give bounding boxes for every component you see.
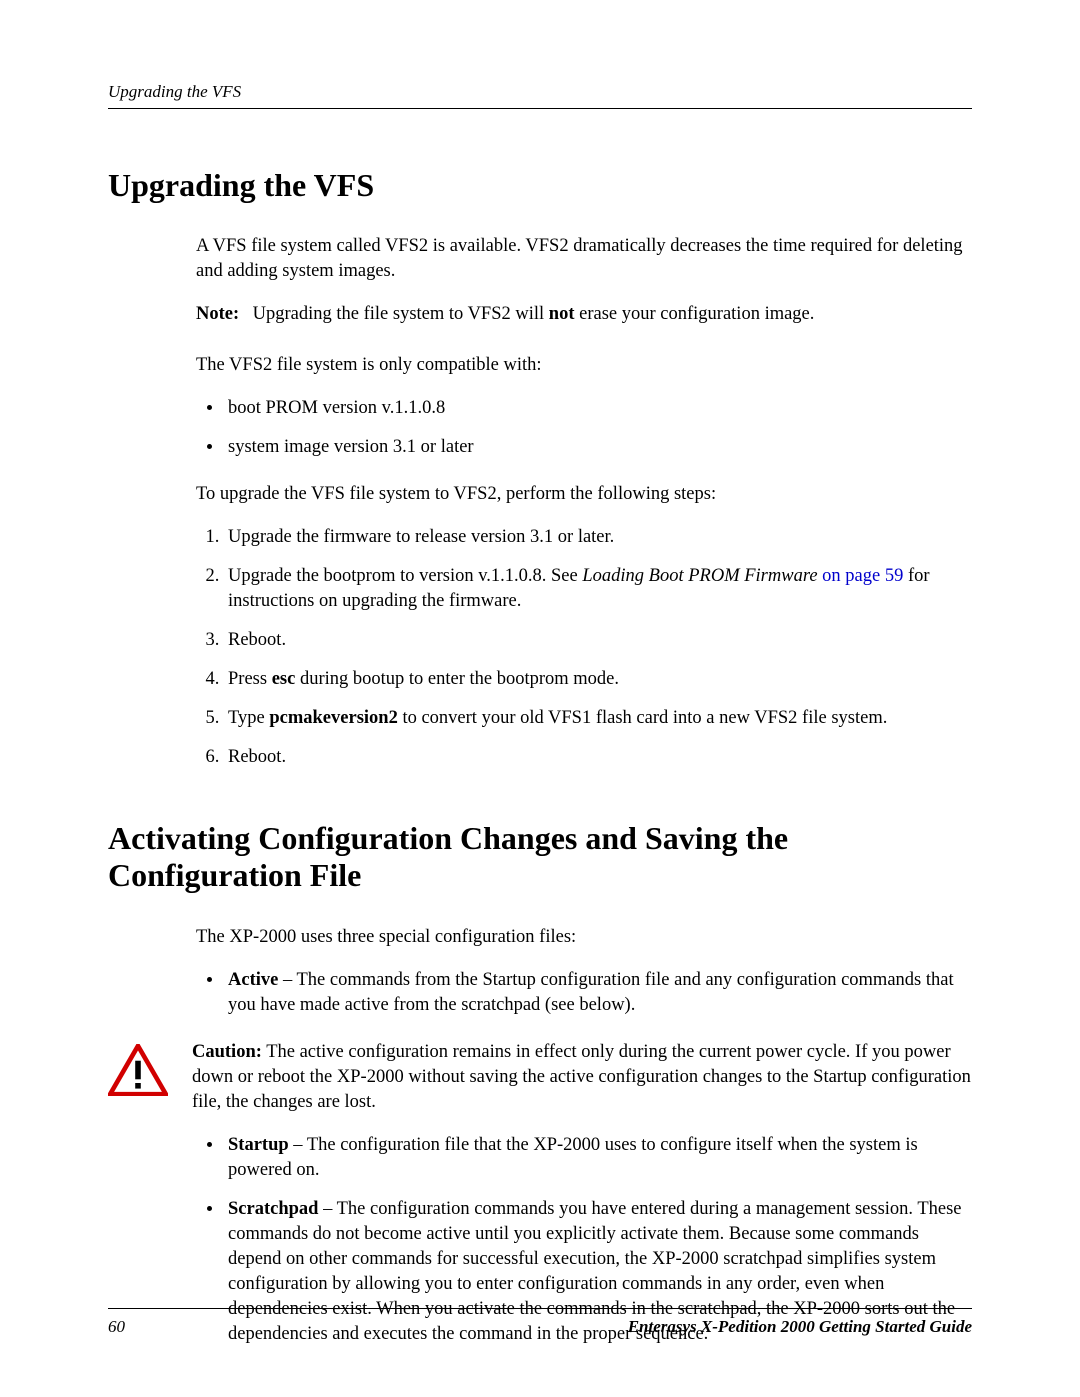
caution-label: Caution: [192,1042,262,1062]
section-heading-upgrading-vfs: Upgrading the VFS [108,167,972,204]
list-item: Reboot. [224,745,972,770]
steps-intro: To upgrade the VFS file system to VFS2, … [196,482,972,507]
step4-pre: Press [228,669,272,689]
note-text-pre: Upgrading the file system to VFS2 will [253,304,549,324]
list-item: Upgrade the firmware to release version … [224,525,972,550]
active-label: Active [228,970,278,990]
list-item: Active – The commands from the Startup c… [224,968,972,1018]
caution-block: Caution: The active configuration remain… [108,1040,972,1115]
page-footer: 60 Enterasys X-Pedition 2000 Getting Sta… [108,1308,972,1337]
note-line: Note: Upgrading the file system to VFS2 … [196,302,972,327]
list-item: Startup – The configuration file that th… [224,1133,972,1183]
startup-label: Startup [228,1135,289,1155]
list-item: Upgrade the bootprom to version v.1.1.0.… [224,564,972,614]
list-item: Type pcmakeversion2 to convert your old … [224,706,972,731]
caution-text-block: Caution: The active configuration remain… [192,1040,972,1115]
startup-text: – The configuration file that the XP-200… [228,1135,918,1180]
step5-pre: Type [228,708,269,728]
step2-pre: Upgrade the bootprom to version v.1.1.0.… [228,566,582,586]
intro-paragraph: A VFS file system called VFS2 is availab… [196,234,972,284]
list-item: boot PROM version v.1.1.0.8 [224,396,972,421]
step4-bold: esc [272,669,296,689]
active-text: – The commands from the Startup configur… [228,970,954,1015]
list-item: system image version 3.1 or later [224,435,972,460]
upgrade-steps: Upgrade the firmware to release version … [196,525,972,770]
caution-body: The active configuration remains in effe… [192,1042,971,1112]
running-header: Upgrading the VFS [108,82,972,109]
step4-post: during bootup to enter the bootprom mode… [295,669,619,689]
page-body: Upgrading the VFS A VFS file system call… [108,167,972,1347]
note-bold: not [549,304,575,324]
scratchpad-label: Scratchpad [228,1199,318,1219]
config-files-list-1: Active – The commands from the Startup c… [196,968,972,1018]
note-label: Note: [196,302,248,327]
list-item: Reboot. [224,628,972,653]
list-item: Press esc during bootup to enter the boo… [224,667,972,692]
page-link[interactable]: on page 59 [818,566,904,586]
warning-icon [108,1044,168,1101]
step5-post: to convert your old VFS1 flash card into… [398,708,888,728]
compat-intro: The VFS2 file system is only compatible … [196,353,972,378]
section-heading-activating-config: Activating Configuration Changes and Sav… [108,820,972,896]
step5-bold: pcmakeversion2 [269,708,397,728]
step2-italic: Loading Boot PROM Firmware [582,566,817,586]
config-intro: The XP-2000 uses three special configura… [196,925,972,950]
note-text-post: erase your configuration image. [575,304,815,324]
compat-list: boot PROM version v.1.1.0.8 system image… [196,396,972,460]
page-number: 60 [108,1317,125,1337]
guide-title: Enterasys X-Pedition 2000 Getting Starte… [628,1317,972,1337]
